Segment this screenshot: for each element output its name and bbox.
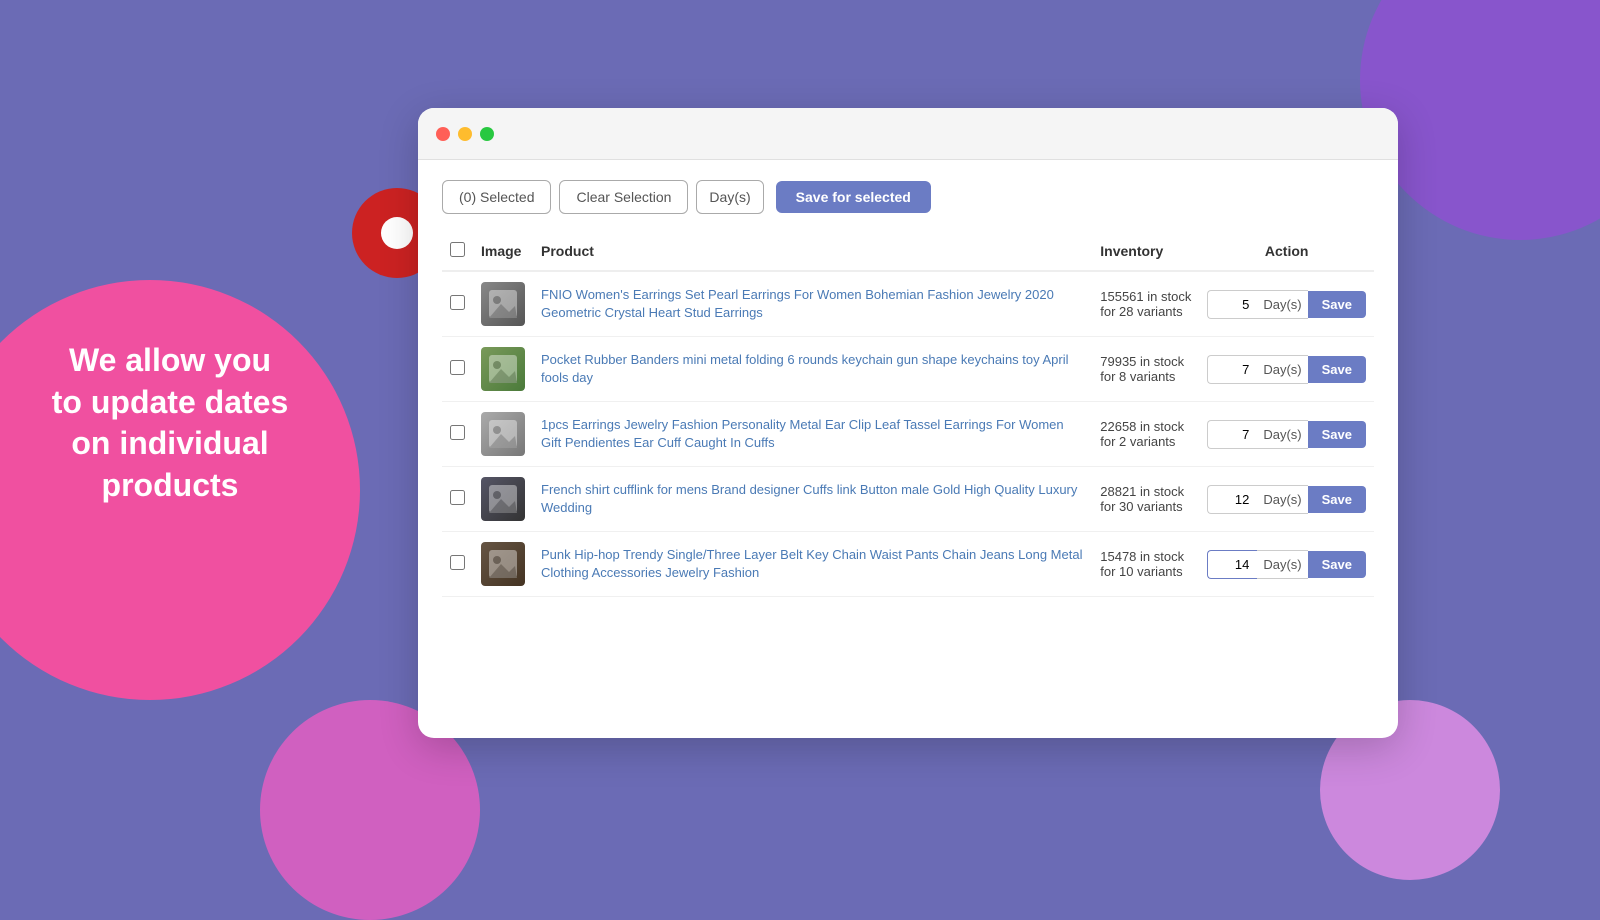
days-input[interactable]	[1207, 420, 1257, 449]
window-btn-maximize[interactable]	[480, 127, 494, 141]
days-label: Day(s)	[696, 180, 763, 214]
table-header-row: Image Product Inventory Action	[442, 232, 1374, 271]
days-input[interactable]	[1207, 550, 1257, 579]
product-thumbnail	[481, 542, 525, 586]
window-btn-close[interactable]	[436, 127, 450, 141]
row-action: Day(s)Save	[1199, 271, 1374, 337]
row-checkbox[interactable]	[450, 555, 465, 570]
action-group: Day(s)Save	[1207, 420, 1366, 449]
product-table: Image Product Inventory Action FNIO Wome…	[442, 232, 1374, 597]
header-inventory: Inventory	[1092, 232, 1199, 271]
table-row: Punk Hip-hop Trendy Single/Three Layer B…	[442, 532, 1374, 597]
hero-line-2: to update dates	[52, 384, 288, 420]
row-checkbox-cell	[442, 532, 473, 597]
header-product: Product	[533, 232, 1092, 271]
product-name-link[interactable]: 1pcs Earrings Jewelry Fashion Personalit…	[541, 417, 1064, 450]
save-row-button[interactable]: Save	[1308, 291, 1366, 318]
product-name-link[interactable]: Punk Hip-hop Trendy Single/Three Layer B…	[541, 547, 1082, 580]
product-name-link[interactable]: Pocket Rubber Banders mini metal folding…	[541, 352, 1069, 385]
action-group: Day(s)Save	[1207, 290, 1366, 319]
product-name-link[interactable]: French shirt cufflink for mens Brand des…	[541, 482, 1077, 515]
save-row-button[interactable]: Save	[1308, 486, 1366, 513]
browser-content: (0) Selected Clear Selection Day(s) Save…	[418, 160, 1398, 617]
days-suffix-label: Day(s)	[1257, 355, 1307, 384]
row-image-cell	[473, 402, 533, 467]
product-thumbnail	[481, 412, 525, 456]
row-checkbox-cell	[442, 337, 473, 402]
days-suffix-label: Day(s)	[1257, 550, 1307, 579]
days-suffix-label: Day(s)	[1257, 485, 1307, 514]
browser-window: (0) Selected Clear Selection Day(s) Save…	[418, 108, 1398, 738]
row-checkbox[interactable]	[450, 425, 465, 440]
table-row: FNIO Women's Earrings Set Pearl Earrings…	[442, 271, 1374, 337]
days-input[interactable]	[1207, 290, 1257, 319]
table-row: French shirt cufflink for mens Brand des…	[442, 467, 1374, 532]
days-suffix-label: Day(s)	[1257, 290, 1307, 319]
row-checkbox-cell	[442, 467, 473, 532]
days-input[interactable]	[1207, 485, 1257, 514]
clear-selection-button[interactable]: Clear Selection	[559, 180, 688, 214]
row-checkbox[interactable]	[450, 490, 465, 505]
row-inventory: 28821 in stockfor 30 variants	[1092, 467, 1199, 532]
action-group: Day(s)Save	[1207, 485, 1366, 514]
row-action: Day(s)Save	[1199, 532, 1374, 597]
save-row-button[interactable]: Save	[1308, 356, 1366, 383]
row-action: Day(s)Save	[1199, 402, 1374, 467]
select-all-checkbox[interactable]	[450, 242, 465, 257]
row-image-cell	[473, 532, 533, 597]
table-row: 1pcs Earrings Jewelry Fashion Personalit…	[442, 402, 1374, 467]
action-group: Day(s)Save	[1207, 355, 1366, 384]
row-image-cell	[473, 337, 533, 402]
row-action: Day(s)Save	[1199, 467, 1374, 532]
hero-line-3: on individual	[71, 425, 268, 461]
hero-line-1: We allow you	[69, 342, 271, 378]
product-thumbnail	[481, 282, 525, 326]
row-checkbox-cell	[442, 402, 473, 467]
product-thumbnail	[481, 347, 525, 391]
hero-line-4: products	[102, 467, 239, 503]
row-inventory: 155561 in stockfor 28 variants	[1092, 271, 1199, 337]
row-checkbox-cell	[442, 271, 473, 337]
header-image: Image	[473, 232, 533, 271]
row-image-cell	[473, 467, 533, 532]
row-image-cell	[473, 271, 533, 337]
row-action: Day(s)Save	[1199, 337, 1374, 402]
row-inventory: 79935 in stockfor 8 variants	[1092, 337, 1199, 402]
row-inventory: 15478 in stockfor 10 variants	[1092, 532, 1199, 597]
days-input[interactable]	[1207, 355, 1257, 384]
row-product-name[interactable]: French shirt cufflink for mens Brand des…	[533, 467, 1092, 532]
product-name-link[interactable]: FNIO Women's Earrings Set Pearl Earrings…	[541, 287, 1054, 320]
save-for-selected-button[interactable]: Save for selected	[776, 181, 931, 213]
header-checkbox-cell	[442, 232, 473, 271]
action-group: Day(s)Save	[1207, 550, 1366, 579]
record-dot-inner	[381, 217, 413, 249]
row-checkbox[interactable]	[450, 360, 465, 375]
row-product-name[interactable]: Punk Hip-hop Trendy Single/Three Layer B…	[533, 532, 1092, 597]
row-product-name[interactable]: FNIO Women's Earrings Set Pearl Earrings…	[533, 271, 1092, 337]
product-thumbnail	[481, 477, 525, 521]
browser-titlebar	[418, 108, 1398, 160]
header-action: Action	[1199, 232, 1374, 271]
row-checkbox[interactable]	[450, 295, 465, 310]
row-product-name[interactable]: Pocket Rubber Banders mini metal folding…	[533, 337, 1092, 402]
toolbar: (0) Selected Clear Selection Day(s) Save…	[442, 180, 1374, 214]
save-row-button[interactable]: Save	[1308, 421, 1366, 448]
table-row: Pocket Rubber Banders mini metal folding…	[442, 337, 1374, 402]
days-suffix-label: Day(s)	[1257, 420, 1307, 449]
hero-text: We allow you to update dates on individu…	[20, 340, 320, 506]
selected-button[interactable]: (0) Selected	[442, 180, 551, 214]
row-inventory: 22658 in stockfor 2 variants	[1092, 402, 1199, 467]
row-product-name[interactable]: 1pcs Earrings Jewelry Fashion Personalit…	[533, 402, 1092, 467]
save-row-button[interactable]: Save	[1308, 551, 1366, 578]
window-btn-minimize[interactable]	[458, 127, 472, 141]
